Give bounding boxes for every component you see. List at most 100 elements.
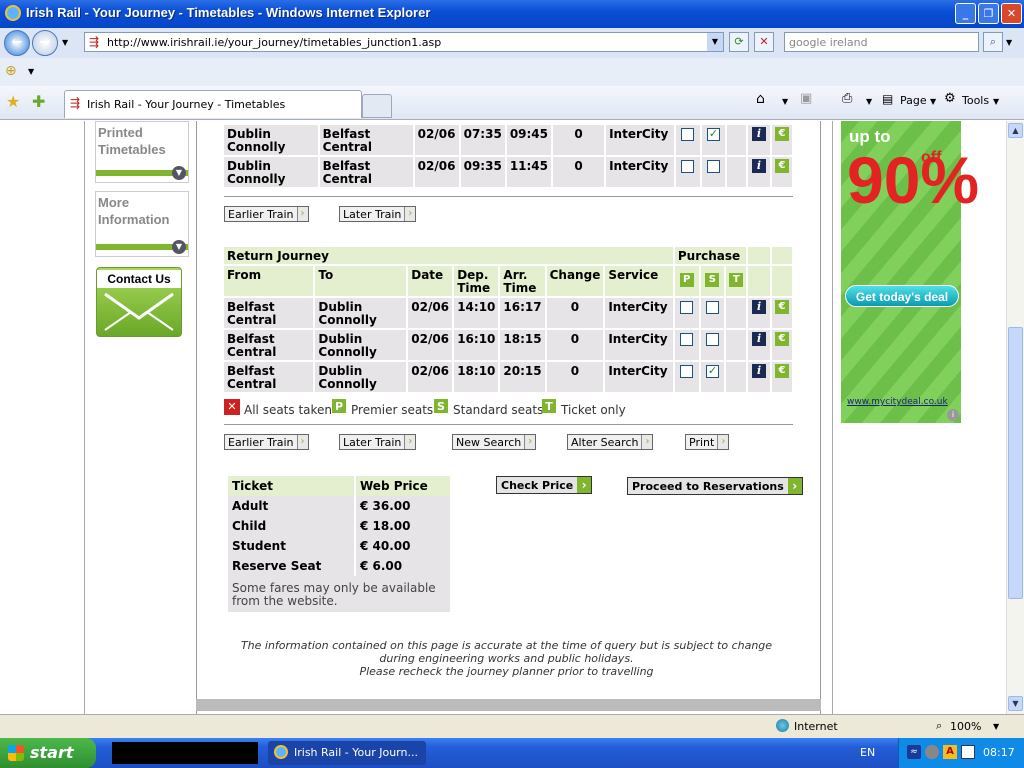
standard-seat-checkbox[interactable] bbox=[705, 364, 719, 378]
print-icon[interactable]: ⎙ bbox=[842, 91, 852, 106]
standard-seat-checkbox[interactable] bbox=[705, 333, 719, 346]
page-dropdown-icon[interactable]: ▼ bbox=[930, 97, 936, 106]
purchase-header: Purchase bbox=[674, 247, 747, 264]
printed-timetables-link[interactable]: Printed Timetables ▼ bbox=[95, 121, 189, 183]
alter-search-button[interactable]: Alter Search bbox=[567, 434, 654, 450]
left-column-divider bbox=[84, 121, 85, 714]
favorites-star-icon[interactable]: ★ bbox=[6, 92, 20, 111]
zoom-level[interactable]: 100% bbox=[950, 720, 981, 733]
volume-tray-icon[interactable] bbox=[925, 745, 939, 759]
expand-arrow-icon[interactable]: ▼ bbox=[172, 166, 186, 180]
tools-dropdown-icon[interactable]: ▼ bbox=[993, 97, 999, 106]
info-icon[interactable]: i bbox=[752, 127, 766, 141]
close-button[interactable]: ✕ bbox=[1001, 3, 1022, 24]
add-favorite-icon[interactable]: ✚ bbox=[32, 92, 45, 111]
home-dropdown-icon[interactable]: ▼ bbox=[782, 97, 788, 106]
price-row: Reserve Seat € 6.00 bbox=[228, 556, 450, 576]
redacted-taskbar-item[interactable] bbox=[112, 742, 258, 764]
cell-date: 02/06 bbox=[408, 298, 453, 328]
standard-seat-checkbox[interactable] bbox=[706, 160, 720, 173]
advert-banner[interactable]: up to 90% off Get today's deal www.mycit… bbox=[841, 121, 979, 423]
history-dropdown-icon[interactable]: ▼ bbox=[62, 38, 68, 47]
stop-button[interactable]: ✕ bbox=[754, 32, 774, 52]
premier-seat-checkbox[interactable] bbox=[680, 333, 694, 346]
proceed-to-reservations-button[interactable]: Proceed to Reservations bbox=[627, 477, 803, 495]
feeds-icon[interactable]: ▣ bbox=[800, 91, 812, 106]
forward-button[interactable]: → bbox=[32, 30, 58, 56]
ad-cta-button[interactable]: Get today's deal bbox=[845, 285, 959, 307]
standard-seat-checkbox[interactable] bbox=[705, 301, 719, 314]
premier-seat-checkbox[interactable] bbox=[681, 128, 695, 141]
translate-icon[interactable]: ⊕ bbox=[5, 63, 17, 79]
premier-icon: P bbox=[679, 273, 694, 287]
print-button[interactable]: Print bbox=[685, 434, 730, 450]
restore-button[interactable]: ❐ bbox=[978, 3, 999, 24]
fare-euro-icon[interactable]: € bbox=[774, 300, 789, 314]
premier-seat-checkbox[interactable] bbox=[680, 301, 694, 314]
address-bar[interactable]: ⇶ http://www.irishrail.ie/your_journey/t… bbox=[84, 32, 724, 52]
info-icon[interactable]: i bbox=[752, 332, 767, 346]
start-button[interactable]: start bbox=[0, 738, 96, 768]
ticket-only-icon: T bbox=[542, 399, 556, 413]
scroll-up-arrow-icon[interactable]: ▲ bbox=[1008, 123, 1023, 138]
earlier-train-button-2[interactable]: Earlier Train bbox=[224, 434, 309, 450]
ad-info-icon[interactable]: i bbox=[947, 409, 959, 421]
search-options-icon[interactable]: ▼ bbox=[1006, 38, 1012, 47]
network-tray-icon[interactable]: ≈ bbox=[907, 745, 921, 759]
taskbar-item-ie[interactable]: Irish Rail - Your Journ... bbox=[268, 741, 426, 765]
standard-seat-checkbox[interactable] bbox=[706, 127, 720, 141]
scroll-thumb[interactable] bbox=[1008, 327, 1023, 599]
fare-euro-icon[interactable]: € bbox=[774, 364, 789, 378]
earlier-train-button[interactable]: Earlier Train bbox=[224, 206, 309, 222]
info-icon[interactable]: i bbox=[752, 364, 767, 378]
expand-arrow-icon[interactable]: ▼ bbox=[172, 240, 186, 254]
cell-to: Dublin Connolly bbox=[315, 298, 407, 328]
premier-seat-checkbox[interactable] bbox=[681, 160, 695, 173]
later-train-button-2[interactable]: Later Train bbox=[339, 434, 417, 450]
search-icon[interactable]: ⌕ bbox=[983, 32, 1003, 52]
all-seats-taken-icon: ✕ bbox=[224, 399, 240, 415]
cell-service: InterCity bbox=[605, 330, 673, 360]
new-tab-button[interactable] bbox=[362, 94, 392, 118]
tools-menu[interactable]: Tools bbox=[962, 94, 989, 107]
acrobat-tray-icon[interactable]: A bbox=[943, 745, 957, 759]
tab-favicon-icon: ⇶ bbox=[70, 96, 81, 110]
cell-change: 0 bbox=[553, 157, 605, 187]
search-input[interactable]: google ireland bbox=[784, 32, 979, 52]
col-change: Change bbox=[546, 266, 604, 296]
scroll-down-arrow-icon[interactable]: ▼ bbox=[1008, 696, 1023, 711]
contact-us-button[interactable]: Contact Us bbox=[96, 267, 182, 337]
vertical-scrollbar[interactable]: ▲ ▼ bbox=[1006, 121, 1024, 714]
more-information-link[interactable]: More Information ▼ bbox=[95, 191, 189, 257]
premier-seat-checkbox[interactable] bbox=[680, 365, 694, 378]
check-price-button[interactable]: Check Price bbox=[496, 476, 593, 494]
col-arr-time: Arr. Time bbox=[500, 266, 545, 296]
fare-euro-icon[interactable]: € bbox=[774, 159, 789, 173]
later-train-button[interactable]: Later Train bbox=[339, 206, 417, 222]
home-icon[interactable]: ⌂ bbox=[756, 91, 765, 107]
tab-bar: ★ ✚ ⇶ Irish Rail - Your Journey - Timeta… bbox=[0, 86, 1024, 120]
ad-site-link[interactable]: www.mycitydeal.co.uk bbox=[841, 397, 961, 407]
new-search-button[interactable]: New Search bbox=[452, 434, 537, 450]
info-icon[interactable]: i bbox=[752, 159, 766, 173]
zoom-dropdown-icon[interactable]: ▼ bbox=[993, 722, 999, 731]
language-indicator[interactable]: EN bbox=[860, 746, 875, 759]
minimize-button[interactable]: _ bbox=[955, 3, 976, 24]
table-row: Belfast Central Dublin Connolly 02/06 14:10… bbox=[224, 298, 792, 328]
info-icon[interactable]: i bbox=[752, 300, 767, 314]
refresh-button[interactable]: ⟳ bbox=[729, 32, 749, 52]
window-tray-icon[interactable] bbox=[961, 745, 975, 759]
cell-arr: 11:45 bbox=[506, 157, 552, 187]
ad-off: off bbox=[921, 149, 942, 166]
fare-euro-icon[interactable]: € bbox=[774, 127, 789, 141]
translate-dropdown-icon[interactable]: ▼ bbox=[28, 67, 34, 76]
cell-to: Dublin Connolly bbox=[315, 330, 407, 360]
print-dropdown-icon[interactable]: ▼ bbox=[866, 97, 872, 106]
cell-date: 02/06 bbox=[408, 362, 453, 392]
fare-euro-icon[interactable]: € bbox=[774, 332, 789, 346]
address-dropdown-icon[interactable]: ▼ bbox=[707, 33, 723, 51]
back-button[interactable]: ← bbox=[4, 30, 30, 56]
tab-irish-rail[interactable]: ⇶ Irish Rail - Your Journey - Timetables bbox=[64, 90, 362, 118]
cell-service: InterCity bbox=[605, 362, 673, 392]
page-menu[interactable]: Page bbox=[900, 94, 927, 107]
